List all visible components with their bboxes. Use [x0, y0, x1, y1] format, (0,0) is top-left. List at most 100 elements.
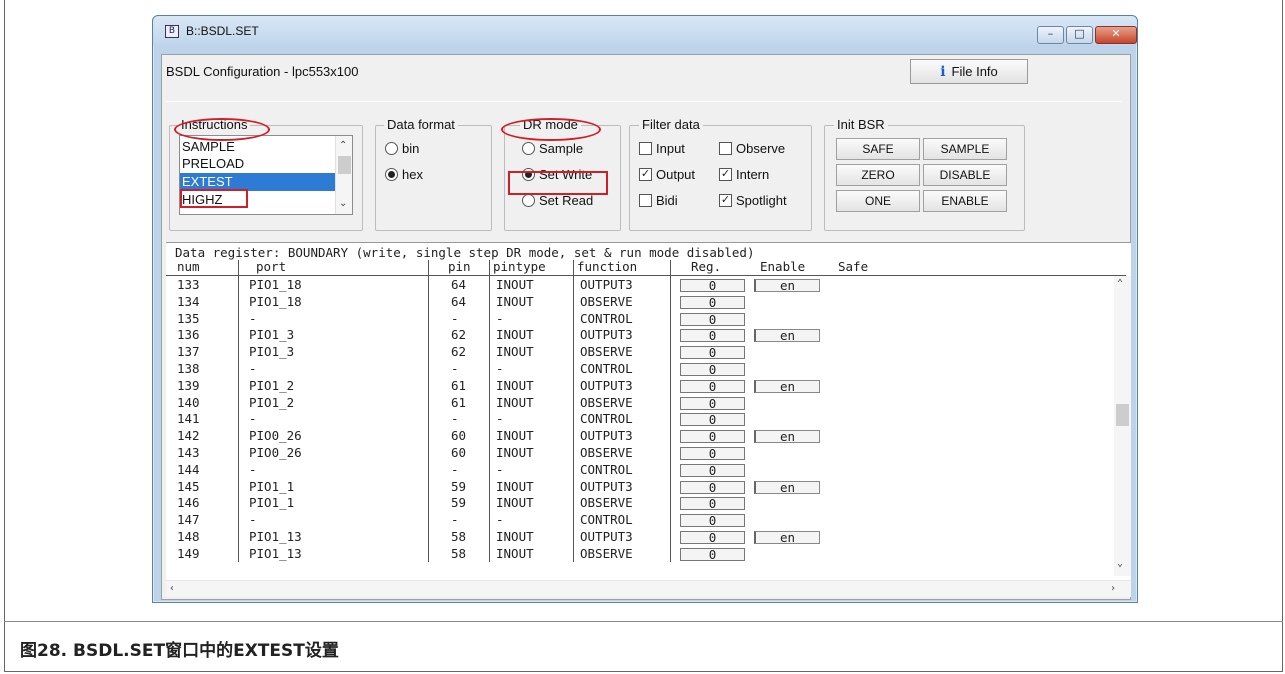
radio-bin-circle[interactable] [385, 142, 398, 155]
scroll-down-icon[interactable]: ⌄ [1117, 558, 1123, 569]
reg-value-button[interactable]: 0 [680, 396, 745, 410]
cell-function: CONTROL [580, 512, 633, 528]
radio-sample-circle[interactable] [522, 142, 535, 155]
table-row: 134 PIO1_18 64 INOUT OBSERVE 0 [166, 295, 1126, 312]
reg-value-button[interactable]: 0 [680, 379, 745, 393]
cell-pin: - [451, 411, 459, 427]
scroll-left-icon[interactable]: ‹ [169, 583, 175, 594]
checkbox-output[interactable]: ✓ [639, 168, 652, 181]
cell-port: PIO1_1 [249, 478, 295, 494]
zero-button[interactable]: ZERO [836, 164, 920, 186]
cell-pintype: INOUT [496, 293, 534, 309]
radio-set-write[interactable]: Set Write [522, 167, 592, 182]
list-scroll-thumb[interactable] [338, 156, 351, 174]
minimize-button[interactable]: – [1037, 26, 1064, 44]
filter-data-group: Filter data Input Observe ✓ Output ✓ Int… [629, 117, 812, 231]
cell-port: PIO1_1 [249, 495, 295, 511]
cell-function: OUTPUT3 [580, 428, 633, 444]
radio-set-read[interactable]: Set Read [522, 193, 593, 208]
list-item-sample[interactable]: SAMPLE [180, 138, 335, 156]
cell-pin: 64 [451, 277, 467, 292]
enable-button[interactable]: en [754, 279, 820, 292]
check-observe[interactable]: Observe [719, 141, 785, 156]
cell-function: OBSERVE [580, 444, 633, 460]
init-bsr-legend: Init BSR [834, 117, 888, 132]
reg-value-button[interactable]: 0 [680, 446, 745, 460]
cell-port: PIO0_26 [249, 428, 302, 444]
instructions-listbox[interactable]: SAMPLE PRELOAD EXTEST HIGHZ ⌃ ⌄ [179, 135, 353, 215]
file-info-button[interactable]: i File Info [910, 59, 1028, 84]
scroll-down-icon[interactable]: ⌄ [339, 198, 347, 209]
check-intern-label: Intern [736, 167, 770, 182]
check-output[interactable]: ✓ Output [639, 167, 695, 182]
check-input-label: Input [656, 141, 685, 156]
maximize-button[interactable]: □ [1066, 26, 1093, 44]
check-input[interactable]: Input [639, 141, 685, 156]
scroll-up-icon[interactable]: ⌃ [339, 140, 347, 151]
enable-button[interactable]: en [754, 530, 820, 544]
sample-button[interactable]: SAMPLE [923, 138, 1007, 160]
cell-function: OBSERVE [580, 545, 633, 561]
reg-value-button[interactable]: 0 [680, 279, 745, 292]
scroll-right-icon[interactable]: › [1110, 583, 1116, 594]
checkbox-spotlight[interactable]: ✓ [719, 194, 732, 207]
check-spotlight[interactable]: ✓ Spotlight [719, 193, 787, 208]
checkbox-observe[interactable] [719, 142, 732, 155]
close-button[interactable]: ✕ [1095, 26, 1137, 44]
list-item-highz[interactable]: HIGHZ [180, 191, 335, 209]
cell-pintype: INOUT [496, 478, 534, 494]
table-row: 148 PIO1_13 58 INOUT OUTPUT3 0 en [166, 530, 1126, 547]
radio-set-read-circle[interactable] [522, 194, 535, 207]
init-bsr-group: Init BSR SAFE SAMPLE ZERO DISABLE ONE EN… [824, 117, 1025, 231]
horizontal-scrollbar[interactable]: ‹ › [166, 580, 1131, 597]
instructions-legend: Instructions [178, 117, 251, 132]
enable-button[interactable]: ENABLE [923, 190, 1007, 212]
vertical-scrollbar[interactable]: ⌃ ⌄ [1114, 276, 1131, 576]
one-button[interactable]: ONE [836, 190, 920, 212]
reg-value-button[interactable]: 0 [680, 480, 745, 494]
list-item-extest[interactable]: EXTEST [180, 173, 335, 191]
cell-port: PIO1_18 [249, 293, 302, 309]
reg-value-button[interactable]: 0 [680, 430, 745, 444]
instructions-group: Instructions SAMPLE PRELOAD EXTEST HIGHZ… [169, 117, 363, 231]
reg-value-button[interactable]: 0 [680, 295, 745, 309]
reg-value-button[interactable]: 0 [680, 312, 745, 326]
check-intern[interactable]: ✓ Intern [719, 167, 769, 182]
radio-set-write-circle[interactable] [522, 168, 535, 181]
reg-value-button[interactable]: 0 [680, 413, 745, 427]
reg-value-button[interactable]: 0 [680, 362, 745, 376]
cell-port: PIO1_2 [249, 377, 295, 393]
enable-button[interactable]: en [754, 480, 820, 494]
radio-sample[interactable]: Sample [522, 141, 583, 156]
checkbox-input[interactable] [639, 142, 652, 155]
scroll-up-icon[interactable]: ⌃ [1117, 278, 1123, 289]
checkbox-bidi[interactable] [639, 194, 652, 207]
list-item-preload[interactable]: PRELOAD [180, 155, 335, 173]
disable-button[interactable]: DISABLE [923, 164, 1007, 186]
check-observe-label: Observe [736, 141, 786, 156]
cell-function: OUTPUT3 [580, 277, 633, 292]
reg-value-button[interactable]: 0 [680, 329, 745, 343]
check-bidi[interactable]: Bidi [639, 193, 678, 208]
radio-bin[interactable]: bin [385, 141, 419, 156]
register-title: Data register: BOUNDARY (write, single s… [175, 245, 755, 260]
radio-hex[interactable]: hex [385, 167, 423, 182]
reg-value-button[interactable]: 0 [680, 497, 745, 511]
reg-value-button[interactable]: 0 [680, 514, 745, 528]
enable-button[interactable]: en [754, 379, 820, 393]
reg-value-button[interactable]: 0 [680, 463, 745, 477]
cell-port: PIO1_2 [249, 394, 295, 410]
checkbox-intern[interactable]: ✓ [719, 168, 732, 181]
list-scrollbar[interactable]: ⌃ ⌄ [335, 136, 352, 214]
cell-pintype: INOUT [496, 377, 534, 393]
reg-value-button[interactable]: 0 [680, 346, 745, 360]
enable-button[interactable]: en [754, 430, 820, 444]
header-num: num [177, 259, 200, 274]
enable-button[interactable]: en [754, 329, 820, 343]
reg-value-button[interactable]: 0 [680, 530, 745, 544]
cell-function: OBSERVE [580, 344, 633, 360]
reg-value-button[interactable]: 0 [680, 547, 745, 561]
vertical-scroll-thumb[interactable] [1116, 404, 1129, 426]
safe-button[interactable]: SAFE [836, 138, 920, 160]
radio-hex-circle[interactable] [385, 168, 398, 181]
